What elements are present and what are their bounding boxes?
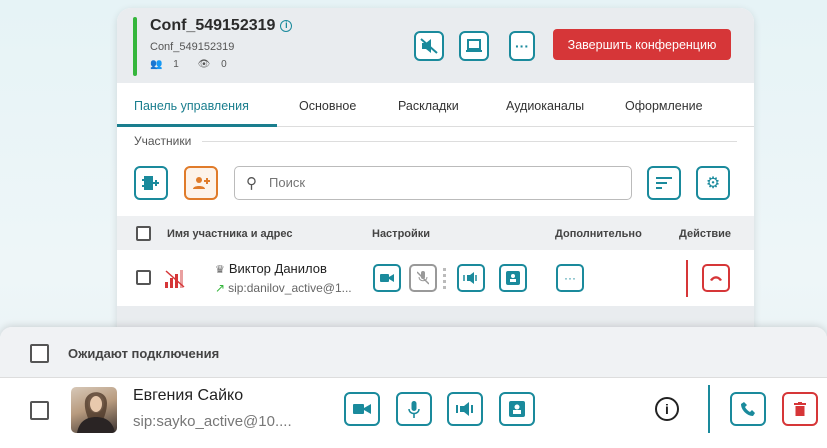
tab-general[interactable]: Основное	[299, 99, 356, 113]
viewers-count: 👁 0	[197, 59, 227, 70]
tab-control-panel[interactable]: Панель управления	[134, 99, 249, 113]
header-settings: Настройки	[372, 228, 431, 240]
microphone-icon	[408, 400, 420, 418]
header-extra: Дополнительно	[555, 228, 642, 240]
add-from-addressbook-button[interactable]	[134, 166, 168, 200]
poor-signal-icon	[165, 270, 185, 288]
presentation-icon	[509, 401, 525, 417]
avatar-photo	[77, 392, 115, 433]
tab-layouts[interactable]: Раскладки	[398, 99, 459, 113]
header-action: Действие	[679, 228, 731, 240]
conference-counts: 👥 1 👁 0	[150, 59, 243, 70]
participant-more-button[interactable]: ···	[556, 264, 584, 292]
action-divider	[686, 260, 688, 297]
screen-share-icon	[466, 39, 482, 52]
eye-icon: 👁	[197, 59, 211, 70]
waiting-title: Ожидают подключения	[68, 346, 220, 361]
phone-icon	[741, 402, 755, 416]
participants-section-label: Участники	[134, 134, 192, 148]
participant-address: ↗ sip:danilov_active@1...	[215, 281, 352, 295]
moderator-crown-icon: ♛	[215, 264, 225, 276]
table-row: ♛ Виктор Данилов ↗ sip:danilov_active@1...…	[117, 250, 754, 306]
conference-panel: Conf_549152319 i Conf_549152319 👥 1 👁 0 ·…	[117, 8, 754, 338]
more-icon: ···	[515, 38, 529, 54]
waiting-select-all-checkbox[interactable]	[30, 344, 49, 363]
conference-subtitle: Conf_549152319	[150, 41, 235, 53]
camera-icon	[380, 274, 394, 282]
hangup-button[interactable]	[702, 264, 730, 292]
waiting-presentation-button[interactable]	[499, 392, 535, 426]
people-icon: 👥	[150, 59, 163, 70]
speaker-mute-icon	[420, 38, 438, 54]
volume-level-indicator	[443, 268, 446, 290]
waiting-header: Ожидают подключения	[0, 327, 827, 378]
sort-button[interactable]	[647, 166, 681, 200]
sort-icon	[656, 177, 672, 189]
select-all-checkbox[interactable]	[136, 226, 151, 241]
conference-title: Conf_549152319 i	[150, 17, 293, 35]
gear-icon: ⚙	[705, 175, 721, 192]
waiting-video-button[interactable]	[344, 392, 380, 426]
participants-count: 👥 1	[150, 59, 179, 70]
waiting-microphone-button[interactable]	[396, 392, 432, 426]
conference-header: Conf_549152319 i Conf_549152319 👥 1 👁 0 ·…	[117, 8, 754, 83]
screen-share-button[interactable]	[459, 31, 489, 61]
waiting-speaker-button[interactable]	[447, 392, 483, 426]
microphone-toggle-button[interactable]	[409, 264, 437, 292]
status-bar	[133, 17, 137, 76]
microphone-muted-icon	[417, 271, 429, 285]
mute-all-button[interactable]	[414, 31, 444, 61]
presentation-button[interactable]	[499, 264, 527, 292]
tab-audio-channels[interactable]: Аудиоканалы	[506, 99, 584, 113]
active-tab-indicator	[117, 124, 277, 127]
waiting-participant-name: Евгения Сайко	[133, 387, 244, 404]
tab-appearance[interactable]: Оформление	[625, 99, 703, 113]
speaker-icon	[456, 402, 473, 416]
search-input[interactable]	[269, 175, 609, 190]
info-icon[interactable]: i	[280, 20, 293, 32]
add-user-icon	[193, 177, 210, 189]
action-divider	[708, 385, 710, 433]
participant-search[interactable]: ⚲	[234, 166, 632, 200]
settings-button[interactable]: ⚙	[696, 166, 730, 200]
more-button[interactable]: ···	[509, 31, 535, 61]
search-icon: ⚲	[246, 175, 257, 192]
end-conference-button[interactable]: Завершить конференцию	[553, 29, 731, 60]
hangup-icon	[710, 276, 722, 281]
table-header: Имя участника и адрес Настройки Дополнит…	[117, 216, 754, 250]
divider	[202, 141, 737, 142]
waiting-row-checkbox[interactable]	[30, 401, 49, 420]
avatar	[71, 387, 117, 433]
participant-name: ♛ Виктор Данилов	[215, 261, 327, 276]
speaker-icon	[463, 272, 477, 284]
speaker-toggle-button[interactable]	[457, 264, 485, 292]
outgoing-arrow-icon: ↗	[215, 281, 226, 295]
info-icon[interactable]: i	[655, 397, 679, 421]
add-participant-button[interactable]	[184, 166, 218, 200]
tab-bar: Панель управления Основное Раскладки Ауд…	[117, 83, 754, 127]
video-toggle-button[interactable]	[373, 264, 401, 292]
delete-button[interactable]	[782, 392, 818, 426]
header-name: Имя участника и адрес	[167, 228, 293, 240]
waiting-participant-address: sip:sayko_active@10....	[133, 413, 292, 430]
waiting-panel: Ожидают подключения Евгения Сайко sip:sa…	[0, 327, 827, 448]
trash-icon	[794, 402, 806, 416]
presentation-icon	[506, 271, 520, 285]
addressbook-add-icon	[142, 176, 159, 190]
conference-title-text: Conf_549152319	[150, 17, 276, 34]
more-icon: ···	[564, 271, 576, 285]
camera-icon	[353, 404, 371, 414]
row-checkbox[interactable]	[136, 270, 151, 285]
call-button[interactable]	[730, 392, 766, 426]
